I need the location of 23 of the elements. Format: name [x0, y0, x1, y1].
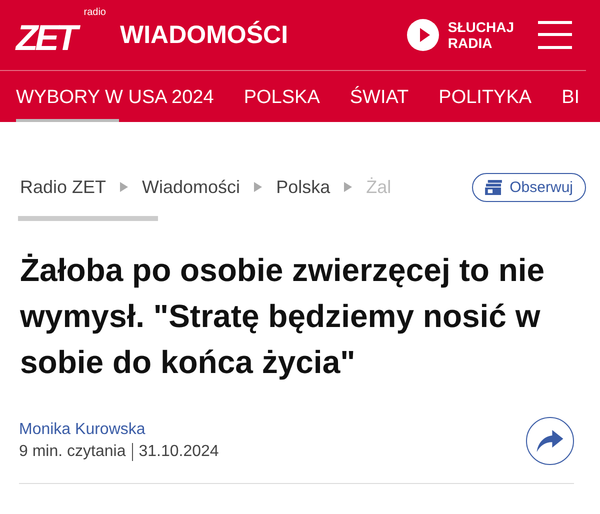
menu-icon[interactable] [538, 20, 572, 50]
follow-button[interactable]: Obserwuj [472, 172, 586, 202]
share-button[interactable] [526, 417, 574, 465]
breadcrumb-link[interactable]: Wiadomości [142, 176, 240, 198]
author-link[interactable]: Monika Kurowska [19, 421, 219, 439]
nav-tab[interactable]: WYBORY W USA 2024 [16, 87, 214, 117]
newspaper-icon [484, 180, 502, 194]
publish-date: 31.10.2024 [138, 443, 219, 461]
nav-tab[interactable]: BI [562, 87, 580, 117]
reading-time: 9 min. czytania [19, 443, 126, 461]
nav-tab[interactable]: POLSKA [244, 87, 320, 117]
chevron-icon [344, 182, 352, 192]
play-icon[interactable] [406, 19, 439, 51]
share-icon [536, 430, 564, 452]
chevron-icon [254, 182, 262, 192]
nav-tab[interactable]: POLITYKA [438, 87, 532, 117]
breadcrumb-link[interactable]: Polska [276, 176, 330, 198]
nav-tab[interactable]: ŚWIAT [350, 87, 409, 117]
article-headline: Żałoba po osobie zwierzęcej to nie wymysł. "Stratę będziemy nosić w sobie do końca życia" [20, 251, 546, 382]
breadcrumb-link[interactable]: Radio ZET [20, 176, 106, 198]
listen-radio-link[interactable]: SŁUCHAJ RADIA [448, 19, 514, 51]
chevron-icon [120, 182, 128, 192]
section-title: WIADOMOŚCI [120, 20, 288, 50]
